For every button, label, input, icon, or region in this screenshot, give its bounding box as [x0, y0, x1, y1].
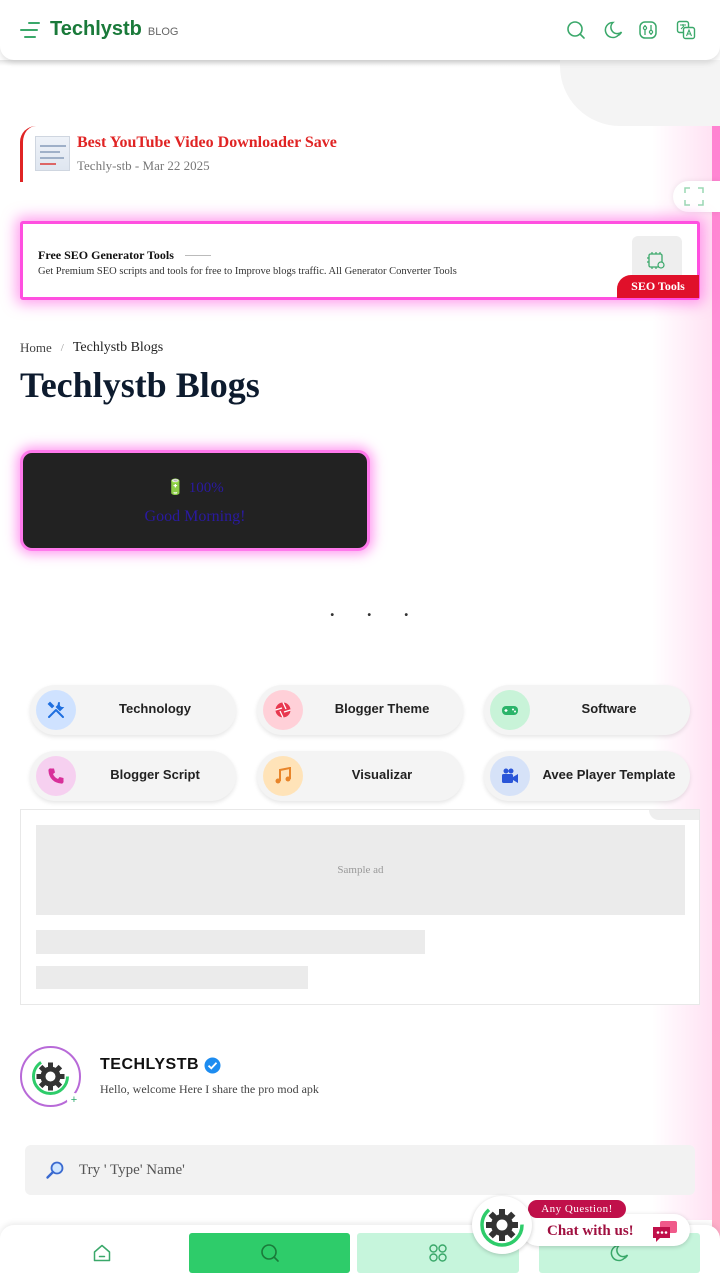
- apps-grid-icon: [429, 1244, 447, 1262]
- battery-icon: 🔋: [166, 480, 185, 496]
- tools-icon: [36, 690, 76, 730]
- avatar[interactable]: +: [20, 1046, 81, 1107]
- breadcrumb: Home / Techlystb Blogs: [20, 340, 163, 356]
- featured-post[interactable]: Best YouTube Video Downloader Save Techl…: [20, 126, 700, 182]
- menu-icon[interactable]: [20, 22, 40, 38]
- search-icon: [260, 1244, 279, 1262]
- profile-bio: Hello, welcome Here I share the pro mod …: [100, 1082, 319, 1096]
- seo-promo-card[interactable]: Free SEO Generator Tools Get Premium SEO…: [20, 221, 700, 300]
- gear-logo-icon: [480, 1203, 524, 1247]
- ad-container: Sample ad: [20, 809, 700, 1005]
- breadcrumb-current: Techlystb Blogs: [72, 340, 164, 355]
- fullscreen-icon: [684, 187, 704, 206]
- verified-badge-icon: [204, 1057, 221, 1073]
- battery-level: 100%: [188, 480, 224, 496]
- category-label: Software: [581, 701, 637, 716]
- chat-question-badge: Any Question!: [528, 1200, 626, 1218]
- category-label: Blogger Script: [110, 767, 200, 782]
- featured-title[interactable]: Best YouTube Video Downloader Save: [77, 134, 337, 152]
- category-label: Blogger Theme: [334, 701, 430, 716]
- brand-name: Techlystb: [50, 18, 142, 40]
- nav-search-button[interactable]: [189, 1233, 350, 1273]
- battery-status: 🔋 100%: [23, 478, 367, 497]
- greeting-card: 🔋 100% Good Morning!: [20, 450, 370, 551]
- right-edge-bar: [712, 60, 720, 1280]
- seo-card-description: Get Premium SEO scripts and tools for fr…: [38, 266, 457, 277]
- featured-meta: Techly-stb - Mar 22 2025: [77, 158, 210, 173]
- ad-placeholder-line: [36, 930, 425, 954]
- ad-placeholder-line: [36, 966, 308, 989]
- nav-home-button[interactable]: [21, 1233, 182, 1273]
- category-software[interactable]: Software: [484, 685, 690, 735]
- search-input[interactable]: [79, 1157, 639, 1183]
- aperture-icon: [263, 690, 303, 730]
- sample-ad[interactable]: Sample ad: [36, 825, 685, 915]
- search-icon[interactable]: [566, 20, 586, 40]
- add-follow-icon[interactable]: +: [67, 1093, 81, 1107]
- page-title: Techlystb Blogs: [20, 365, 260, 405]
- settings-icon[interactable]: [638, 20, 658, 40]
- category-label: Visualizar: [351, 767, 413, 782]
- category-blogger-theme[interactable]: Blogger Theme: [257, 685, 463, 735]
- category-label: Technology: [119, 701, 191, 716]
- phone-icon: [36, 756, 76, 796]
- decorative-swoosh: [560, 60, 720, 126]
- chat-bubble-icon[interactable]: [652, 1220, 678, 1244]
- search-bar: [25, 1145, 695, 1195]
- category-blogger-script[interactable]: Blogger Script: [30, 751, 236, 801]
- top-header: Techlystb BLOG: [0, 0, 720, 60]
- breadcrumb-home[interactable]: Home: [20, 340, 52, 356]
- chat-widget[interactable]: Any Question! Chat with us!: [472, 1196, 690, 1256]
- gamepad-icon: [490, 690, 530, 730]
- category-visualizar[interactable]: Visualizar: [257, 751, 463, 801]
- brand-logo[interactable]: Techlystb BLOG: [50, 18, 178, 41]
- fullscreen-button[interactable]: [673, 181, 720, 212]
- chat-label[interactable]: Chat with us!: [547, 1223, 634, 1240]
- profile-name: TECHLYSTB: [100, 1056, 200, 1073]
- seo-tools-badge[interactable]: SEO Tools: [617, 275, 699, 298]
- greeting-message: Good Morning!: [144, 508, 246, 525]
- translate-icon[interactable]: [676, 20, 696, 40]
- featured-thumbnail[interactable]: [35, 136, 70, 171]
- brand-tag: BLOG: [147, 26, 179, 38]
- category-avee-player-template[interactable]: Avee Player Template: [484, 751, 690, 801]
- category-label: Avee Player Template: [542, 767, 676, 782]
- gear-logo-icon: [32, 1058, 69, 1095]
- home-icon: [93, 1244, 110, 1262]
- profile-name-row: TECHLYSTB: [100, 1056, 221, 1074]
- breadcrumb-separator: /: [60, 342, 64, 354]
- magnifier-icon: [46, 1161, 64, 1179]
- ad-corner-tab: [649, 810, 699, 820]
- seo-card-divider: [185, 255, 211, 256]
- video-camera-icon: [490, 756, 530, 796]
- music-icon: [263, 756, 303, 796]
- seo-card-title: Free SEO Generator Tools: [38, 248, 174, 262]
- loading-dots: . . .: [330, 600, 423, 620]
- chat-logo[interactable]: [472, 1196, 532, 1254]
- moon-icon[interactable]: [604, 20, 624, 40]
- category-technology[interactable]: Technology: [30, 685, 236, 735]
